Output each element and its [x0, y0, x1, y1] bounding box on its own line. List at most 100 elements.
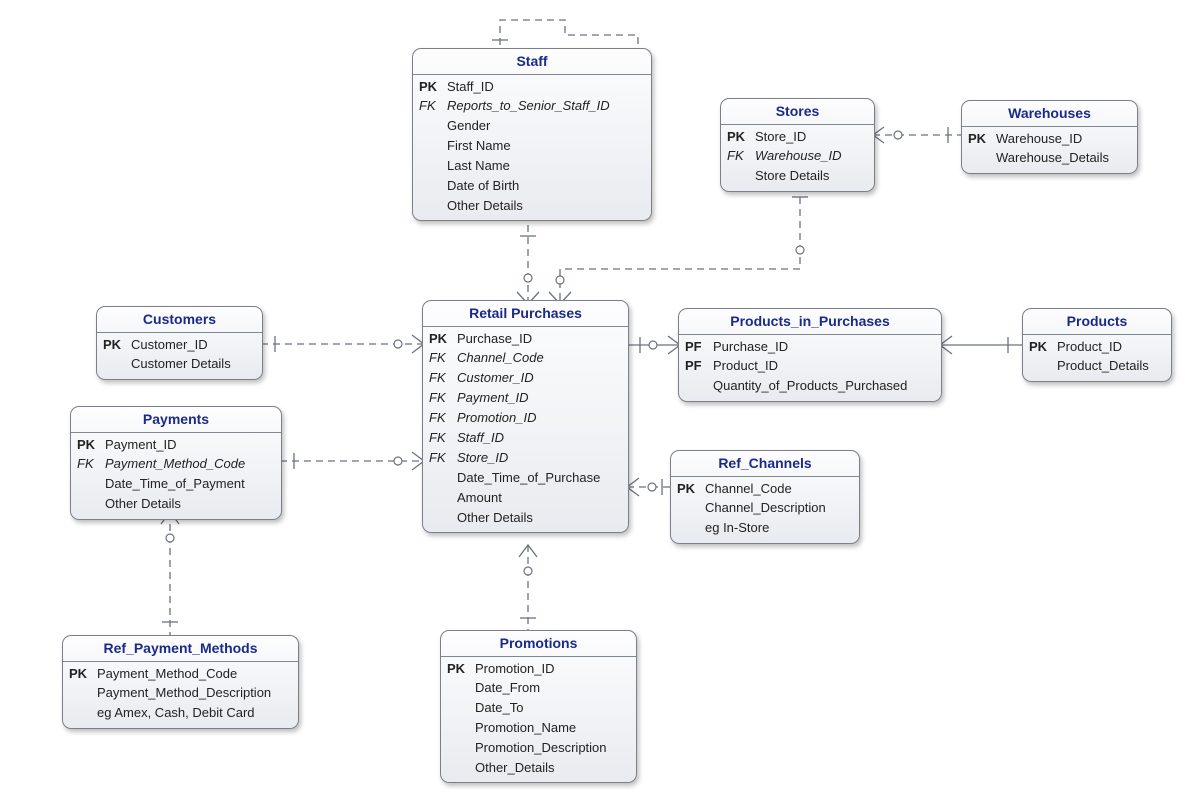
attribute-name: Payment_Method_Code [97, 666, 237, 683]
attribute-row: Gender [413, 117, 651, 137]
entity-customers[interactable]: Customers PKCustomer_ID Customer Details [96, 306, 263, 380]
attribute-name: Date_Time_of_Purchase [457, 470, 600, 487]
key-indicator: FK [727, 148, 755, 165]
key-indicator [968, 150, 996, 167]
entity-ref-channels[interactable]: Ref_ChannelsPKChannel_CodeChannel_Descri… [670, 450, 860, 544]
attribute-name: Quantity_of_Products_Purchased [713, 378, 907, 395]
attribute-row: FKPayment_ID [423, 389, 628, 409]
key-indicator [429, 510, 457, 527]
attribute-row: Other Details [71, 495, 281, 515]
attribute-row: Promotion_Name [441, 719, 636, 739]
attribute-row: Date_To [441, 699, 636, 719]
key-indicator: PK [727, 129, 755, 146]
attribute-row: PFPurchase_ID [679, 337, 941, 357]
entity-stores[interactable]: StoresPKStore_IDFKWarehouse_IDStore Deta… [720, 98, 875, 192]
attribute-row: Date_From [441, 679, 636, 699]
attribute-row: Date_Time_of_Purchase [423, 468, 628, 488]
entity-title: Customers [97, 307, 262, 333]
attribute-name: eg In-Store [705, 520, 769, 537]
attribute-row: PKStaff_ID [413, 77, 651, 97]
key-indicator [447, 760, 475, 777]
attribute-name: First Name [447, 138, 511, 155]
attribute-row: PKPayment_Method_Code [63, 664, 298, 684]
key-indicator [103, 356, 131, 373]
entity-body: PKCustomer_ID Customer Details [97, 333, 262, 379]
attribute-name: Date_To [475, 700, 523, 717]
attribute-name: Amount [457, 490, 502, 507]
attribute-row: PKProduct_ID [1023, 337, 1171, 357]
attribute-row: FKChannel_Code [423, 349, 628, 369]
entity-body: PKProduct_IDProduct_Details [1023, 335, 1171, 381]
attribute-name: Product_ID [713, 358, 778, 375]
attribute-row: FKStaff_ID [423, 428, 628, 448]
entity-body: PKChannel_CodeChannel_Descriptioneg In-S… [671, 477, 859, 543]
key-indicator [419, 198, 447, 215]
er-diagram-canvas: StaffPKStaff_IDFKReports_to_Senior_Staff… [0, 0, 1200, 808]
attribute-name: Payment_Method_Description [97, 685, 271, 702]
key-indicator [447, 680, 475, 697]
attribute-row: Warehouse_Details [962, 149, 1137, 169]
entity-promotions[interactable]: PromotionsPKPromotion_IDDate_FromDate_To… [440, 630, 637, 783]
attribute-name: Customer_ID [131, 337, 208, 354]
key-indicator [685, 378, 713, 395]
key-indicator [419, 178, 447, 195]
attribute-name: Payment_Method_Code [105, 456, 245, 473]
entity-warehouses[interactable]: WarehousesPKWarehouse_IDWarehouse_Detail… [961, 100, 1138, 174]
attribute-name: Reports_to_Senior_Staff_ID [447, 98, 610, 115]
entity-retail-purchases[interactable]: Retail PurchasesPKPurchase_IDFKChannel_C… [422, 300, 629, 533]
attribute-name: Warehouse_ID [996, 131, 1082, 148]
attribute-row: FKCustomer_ID [423, 369, 628, 389]
attribute-row: PKChannel_Code [671, 479, 859, 499]
attribute-row: Payment_Method_Description [63, 684, 298, 704]
attribute-name: Channel_Code [705, 481, 792, 498]
entity-body: PFPurchase_IDPFProduct_IDQuantity_of_Pro… [679, 335, 941, 401]
entity-body: PKPayment_Method_CodePayment_Method_Desc… [63, 662, 298, 728]
key-indicator: FK [77, 456, 105, 473]
attribute-row: Date_Time_of_Payment [71, 475, 281, 495]
entity-products-in-purchases[interactable]: Products_in_PurchasesPFPurchase_IDPFProd… [678, 308, 942, 402]
entity-ref-payment-methods[interactable]: Ref_Payment_MethodsPKPayment_Method_Code… [62, 635, 299, 729]
attribute-name: Purchase_ID [713, 339, 788, 356]
attribute-row: FKStore_ID [423, 448, 628, 468]
attribute-row: PKStore_ID [721, 127, 874, 147]
entity-body: PKPayment_IDFKPayment_Method_Code Date_Ti… [71, 433, 281, 519]
key-indicator [69, 685, 97, 702]
key-indicator [677, 500, 705, 517]
key-indicator: PK [103, 337, 131, 354]
key-indicator [447, 740, 475, 757]
entity-payments[interactable]: PaymentsPKPayment_IDFKPayment_Method_Cod… [70, 406, 282, 520]
key-indicator [1029, 358, 1057, 375]
attribute-name: Staff_ID [447, 79, 494, 96]
key-indicator [419, 138, 447, 155]
attribute-row: PKPayment_ID [71, 435, 281, 455]
key-indicator: PK [447, 661, 475, 678]
attribute-name: Promotion_Name [475, 720, 576, 737]
attribute-name: Warehouse_Details [996, 150, 1109, 167]
attribute-name: Channel_Code [457, 350, 544, 367]
entity-products[interactable]: ProductsPKProduct_IDProduct_Details [1022, 308, 1172, 382]
attribute-row: FKWarehouse_ID [721, 147, 874, 167]
key-indicator [429, 470, 457, 487]
attribute-row: Last Name [413, 157, 651, 177]
attribute-row: Other_Details [441, 758, 636, 778]
entity-title: Products [1023, 309, 1171, 335]
attribute-name: Date_Time_of_Payment [105, 476, 245, 493]
attribute-row: Other Details [423, 508, 628, 528]
entity-staff[interactable]: StaffPKStaff_IDFKReports_to_Senior_Staff… [412, 48, 652, 221]
attribute-row: FKPromotion_ID [423, 409, 628, 429]
key-indicator: PK [1029, 339, 1057, 356]
key-indicator: PK [77, 437, 105, 454]
entity-title: Stores [721, 99, 874, 125]
attribute-name: eg Amex, Cash, Debit Card [97, 705, 255, 722]
key-indicator: PK [968, 131, 996, 148]
attribute-row: FKReports_to_Senior_Staff_ID [413, 97, 651, 117]
attribute-name: Other_Details [475, 760, 554, 777]
entity-title: Payments [71, 407, 281, 433]
attribute-name: Customer Details [131, 356, 231, 373]
key-indicator [677, 520, 705, 537]
key-indicator [447, 700, 475, 717]
key-indicator [77, 496, 105, 513]
attribute-name: Date_From [475, 680, 540, 697]
key-indicator [69, 705, 97, 722]
key-indicator [447, 720, 475, 737]
